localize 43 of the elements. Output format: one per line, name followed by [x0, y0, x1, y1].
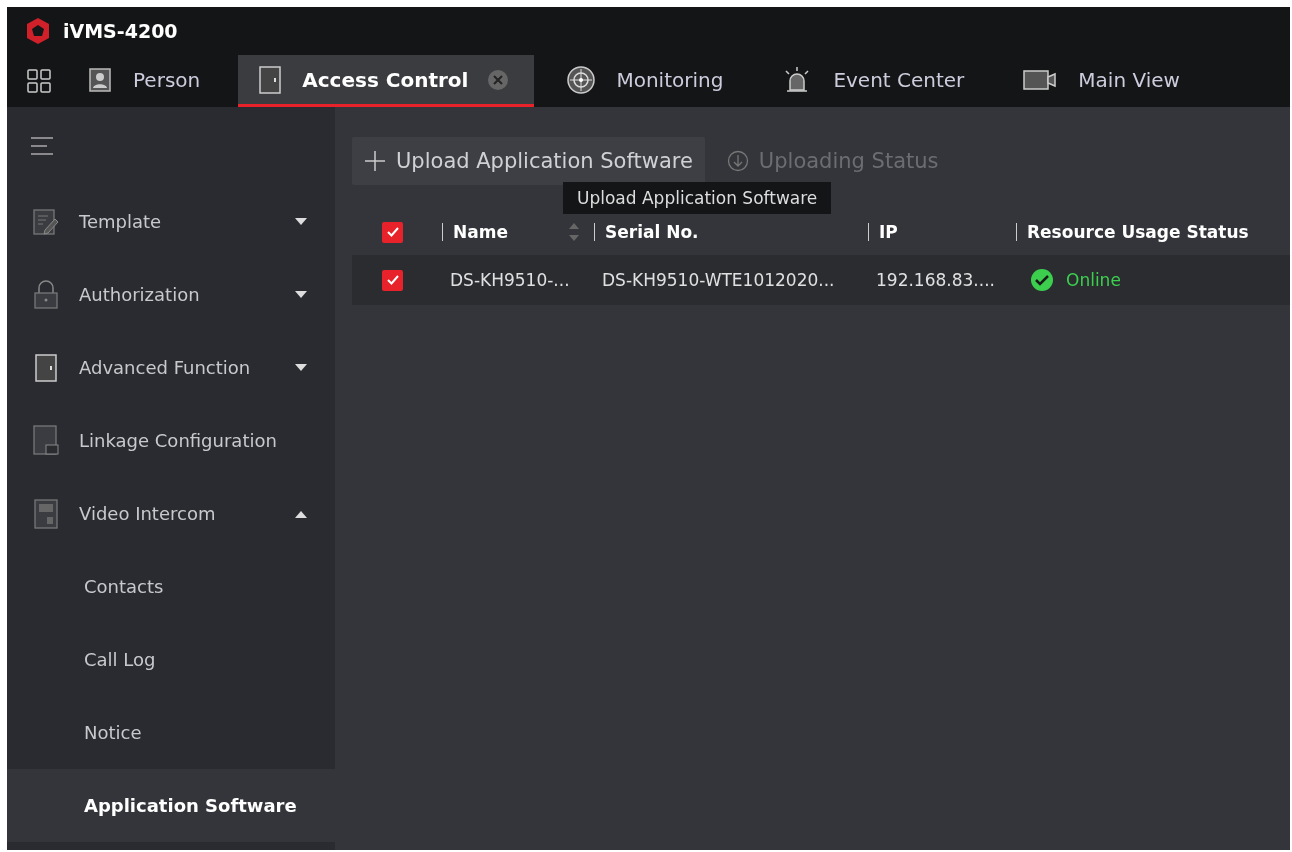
edit-document-icon [32, 207, 60, 236]
video-camera-icon [1022, 67, 1059, 92]
status-text: Online [1066, 270, 1121, 290]
logo-icon [25, 17, 51, 45]
grid-menu-icon[interactable] [27, 69, 51, 93]
checkmark-icon [385, 273, 400, 287]
column-header[interactable]: Resource Usage Status [1027, 222, 1249, 242]
sidebar-subitem[interactable]: Notice [7, 696, 335, 769]
tab[interactable]: Monitoring [546, 55, 750, 107]
download-icon [726, 150, 749, 172]
table-cell-text: DS-KH9510-WTE1012020... [601, 270, 836, 290]
tab[interactable]: Access Control [238, 55, 535, 107]
tab[interactable]: Person [67, 55, 227, 107]
sidebar-subitem[interactable]: Contacts [7, 550, 335, 623]
column-header[interactable]: Name [453, 222, 508, 242]
table-cell-text: 192.168.83.... [875, 270, 996, 290]
sidebar-subitem[interactable]: Application Software [7, 769, 335, 842]
table-cell-text: DS-KH9510-... [449, 270, 571, 290]
column-header[interactable]: Serial No. [605, 222, 699, 242]
check-circle-icon [1030, 268, 1054, 292]
close-icon[interactable] [488, 69, 509, 90]
sidebar-item[interactable]: Template [7, 185, 335, 258]
lock-icon [33, 279, 59, 310]
contact-card-icon [87, 66, 113, 93]
tooltip: Upload Application Software [563, 182, 832, 214]
toolbar-button[interactable]: Upload Application Software [352, 137, 705, 185]
sidebar-subitem[interactable]: Call Log [7, 623, 335, 696]
sidebar-item[interactable]: Advanced Function [7, 331, 335, 404]
door-icon [258, 64, 283, 95]
sidebar-item[interactable]: Linkage Configuration [7, 404, 335, 477]
checkmark-icon [385, 225, 400, 239]
door-icon [34, 352, 58, 383]
menu-icon[interactable] [31, 137, 53, 155]
sidebar-item[interactable]: Video Intercom [7, 477, 335, 550]
checkbox[interactable] [382, 221, 403, 243]
column-header[interactable]: IP [879, 222, 898, 242]
app-title: iVMS-4200 [63, 20, 178, 42]
target-icon [566, 64, 597, 95]
tab[interactable]: Main View [1002, 55, 1206, 107]
checkbox[interactable] [382, 269, 403, 291]
plus-icon [364, 150, 386, 172]
sidebar-item[interactable]: Authorization [7, 258, 335, 331]
tab[interactable]: Event Center [761, 55, 991, 107]
